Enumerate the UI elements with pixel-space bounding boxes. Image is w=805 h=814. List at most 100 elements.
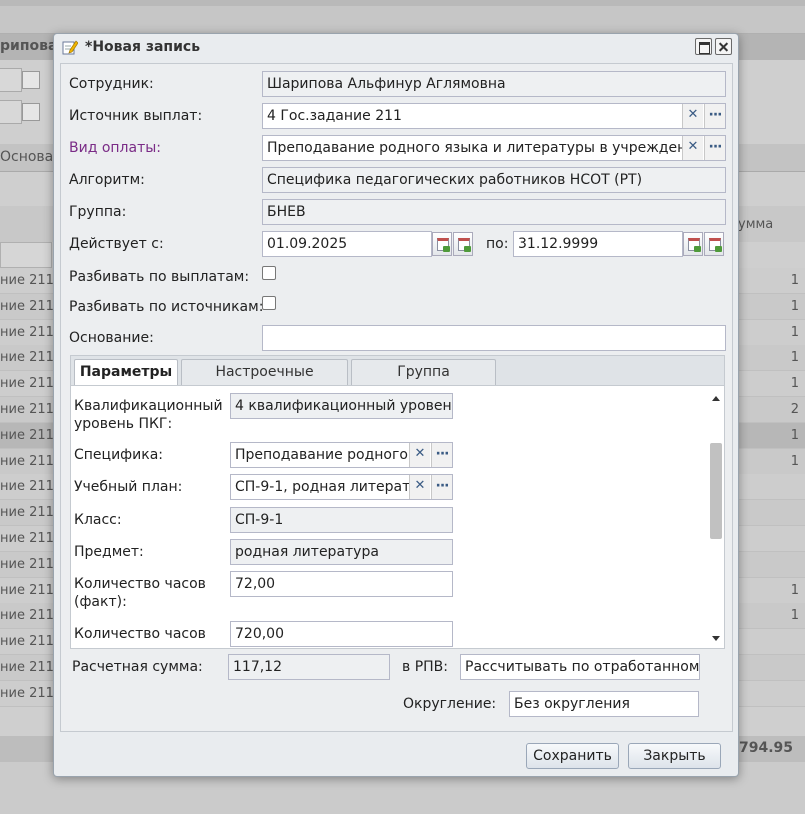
employee-field[interactable]: Шарипова Альфинур Аглямовна bbox=[262, 71, 726, 97]
basis-label: Основание: bbox=[69, 330, 154, 346]
qual-level-label-2: уровень ПКГ: bbox=[74, 416, 173, 432]
tab-strip: Параметры Настроечные таблицы Группа вхо… bbox=[70, 355, 725, 405]
hours-fact-label-2: (факт): bbox=[74, 594, 127, 610]
source-field[interactable]: 4 Гос.задание 211 ✕ ··· bbox=[262, 103, 726, 129]
background-row-value: 1 bbox=[790, 324, 799, 340]
background-row-name: ние 211 bbox=[0, 427, 54, 443]
background-row-value: 1 bbox=[790, 376, 799, 392]
background-header bbox=[0, 6, 805, 34]
close-button[interactable]: Закрыть bbox=[628, 743, 721, 769]
split-payments-checkbox[interactable] bbox=[262, 266, 276, 280]
background-row-name: ние 211 bbox=[0, 479, 54, 495]
subject-label: Предмет: bbox=[74, 544, 144, 560]
class-label: Класс: bbox=[74, 512, 122, 528]
clear-icon[interactable]: ✕ bbox=[682, 104, 703, 128]
valid-from-field[interactable]: 01.09.2025 bbox=[262, 231, 432, 257]
dialog-header[interactable]: *Новая запись bbox=[54, 34, 738, 61]
background-field-2 bbox=[0, 100, 22, 124]
save-button[interactable]: Сохранить bbox=[526, 743, 619, 769]
source-label: Источник выплат: bbox=[69, 108, 203, 124]
valid-from-label: Действует с: bbox=[69, 236, 164, 252]
scroll-up-icon[interactable] bbox=[712, 396, 720, 401]
qual-level-field[interactable]: 4 квалификационный уровень bbox=[230, 393, 453, 419]
background-row-name: ние 211 bbox=[0, 582, 54, 598]
background-row-value: 2 bbox=[790, 402, 799, 417]
select-ellipsis-icon[interactable]: ··· bbox=[431, 475, 452, 499]
background-column-header: умма bbox=[738, 217, 774, 232]
calendar-icon[interactable] bbox=[683, 232, 703, 256]
background-row-name: ние 211 bbox=[0, 298, 54, 314]
payment-type-field[interactable]: Преподавание родного языка и литературы … bbox=[262, 135, 726, 161]
subject-field[interactable]: родная литература bbox=[230, 539, 453, 565]
calendar-icon bbox=[22, 71, 40, 89]
clear-icon[interactable]: ✕ bbox=[409, 443, 430, 467]
background-row-value: 1 bbox=[790, 298, 799, 314]
background-row-name: ние 211 bbox=[0, 453, 54, 469]
clear-icon[interactable]: ✕ bbox=[409, 475, 430, 499]
hours-plan-field[interactable]: 720,00 bbox=[230, 621, 453, 647]
scroll-down-icon[interactable] bbox=[712, 636, 720, 641]
background-row-value: 1 bbox=[790, 273, 799, 288]
study-plan-field[interactable]: СП-9-1, родная литерату ✕ ··· bbox=[230, 474, 453, 500]
edit-icon bbox=[62, 40, 78, 55]
tab-parameters[interactable]: Параметры bbox=[74, 359, 178, 387]
chevron-down-icon[interactable] bbox=[699, 654, 700, 680]
panel-scrollbar[interactable] bbox=[708, 386, 724, 648]
select-ellipsis-icon[interactable]: ··· bbox=[704, 104, 725, 128]
select-ellipsis-icon[interactable]: ··· bbox=[431, 443, 452, 467]
scrollbar-thumb[interactable] bbox=[710, 443, 722, 539]
employee-label: Сотрудник: bbox=[69, 76, 154, 92]
background-row-name: ние 211 bbox=[0, 402, 54, 417]
tab-group-membership[interactable]: Группа входимости bbox=[351, 359, 496, 405]
parameters-panel: Квалификационный уровень ПКГ: 4 квалифик… bbox=[70, 385, 725, 649]
group-field[interactable]: БНЕВ bbox=[262, 199, 726, 225]
maximize-button[interactable] bbox=[695, 38, 712, 55]
calc-sum-field[interactable]: 117,12 bbox=[228, 654, 390, 680]
dialog-title: *Новая запись bbox=[85, 39, 201, 55]
basis-field[interactable] bbox=[262, 325, 726, 351]
tab-settings-tables[interactable]: Настроечные таблицы bbox=[181, 359, 348, 405]
valid-to-field[interactable]: 31.12.9999 bbox=[513, 231, 683, 257]
background-row-name: ние 211 bbox=[0, 556, 54, 572]
background-row-value: 1 bbox=[790, 427, 799, 443]
calendar-icon[interactable] bbox=[432, 232, 452, 256]
valid-to-label: по: bbox=[486, 236, 509, 252]
calc-sum-label: Расчетная сумма: bbox=[72, 659, 203, 675]
background-row-value: 1 bbox=[790, 350, 799, 366]
split-payments-label: Разбивать по выплатам: bbox=[69, 269, 250, 285]
background-row-name: ние 211 bbox=[0, 324, 54, 340]
rounding-select[interactable]: Без округления bbox=[509, 691, 699, 717]
split-sources-label: Разбивать по источникам: bbox=[69, 299, 264, 315]
background-row-name: ние 211 bbox=[0, 505, 54, 521]
background-row-name: ние 211 bbox=[0, 660, 54, 675]
close-icon[interactable] bbox=[715, 38, 732, 55]
background-row-name: ние 211 bbox=[0, 350, 54, 366]
qual-level-label: Квалификационный bbox=[74, 398, 223, 414]
class-field[interactable]: СП-9-1 bbox=[230, 507, 453, 533]
clear-icon[interactable]: ✕ bbox=[682, 136, 703, 160]
algorithm-label: Алгоритм: bbox=[69, 172, 145, 188]
rounding-value: Без округления bbox=[514, 696, 630, 712]
specifics-label: Специфика: bbox=[74, 447, 163, 463]
payment-type-value: Преподавание родного языка и литературы … bbox=[267, 140, 713, 156]
chevron-down-icon[interactable] bbox=[698, 691, 699, 717]
calendar-icon[interactable] bbox=[453, 232, 473, 256]
split-sources-checkbox[interactable] bbox=[262, 296, 276, 310]
rpv-select[interactable]: Рассчитывать по отработанному п bbox=[460, 654, 700, 680]
background-row-name: ние 211 bbox=[0, 634, 54, 650]
background-row-name: ние 211 bbox=[0, 685, 54, 701]
specifics-field[interactable]: Преподавание родного я ✕ ··· bbox=[230, 442, 453, 468]
rpv-value: Рассчитывать по отработанному п bbox=[465, 659, 700, 675]
group-label: Группа: bbox=[69, 204, 127, 220]
rpv-label: в РПВ: bbox=[402, 659, 448, 675]
new-record-dialog: *Новая запись Сотрудник: Шарипова Альфин… bbox=[53, 33, 739, 777]
calendar-icon[interactable] bbox=[704, 232, 724, 256]
background-row-value: 1 bbox=[790, 608, 799, 624]
background-row-name: ние 211 bbox=[0, 376, 54, 392]
background-row-name: ние 211 bbox=[0, 608, 54, 624]
hours-fact-field[interactable]: 72,00 bbox=[230, 571, 453, 597]
algorithm-field[interactable]: Специфика педагогических работников НСОТ… bbox=[262, 167, 726, 193]
background-row-name: ние 211 bbox=[0, 273, 54, 288]
select-ellipsis-icon[interactable]: ··· bbox=[704, 136, 725, 160]
background-row-name: ние 211 bbox=[0, 531, 54, 546]
